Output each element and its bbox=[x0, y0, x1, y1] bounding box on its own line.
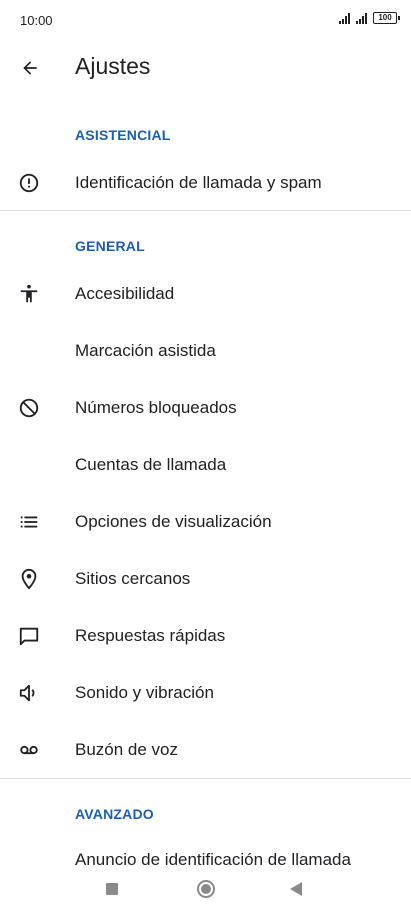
nav-back-icon[interactable] bbox=[290, 882, 302, 896]
setting-accessibility[interactable]: Accesibilidad bbox=[0, 265, 411, 322]
setting-label: Accesibilidad bbox=[75, 283, 175, 303]
setting-blocked-numbers[interactable]: Números bloqueados bbox=[0, 379, 411, 436]
setting-label: Buzón de voz bbox=[75, 739, 179, 759]
chat-bubble-icon bbox=[17, 624, 41, 648]
accessibility-icon bbox=[17, 282, 41, 306]
location-pin-icon bbox=[17, 567, 41, 591]
status-bar: 10:00 100 bbox=[0, 0, 411, 40]
setting-label: Opciones de visualización bbox=[75, 511, 272, 531]
setting-label: Sonido y vibración bbox=[75, 682, 214, 702]
setting-label: Identificación de llamada y spam bbox=[75, 172, 322, 192]
battery-icon: 100 bbox=[373, 12, 400, 24]
back-button[interactable] bbox=[14, 52, 46, 84]
setting-label: Cuentas de llamada bbox=[75, 454, 227, 474]
section-header-asistencial: ASISTENCIAL bbox=[75, 127, 171, 143]
home-icon[interactable] bbox=[197, 880, 215, 898]
block-icon bbox=[17, 396, 41, 420]
page-title: Ajustes bbox=[75, 53, 151, 79]
status-time: 10:00 bbox=[20, 13, 53, 28]
system-navigation-bar bbox=[0, 866, 411, 914]
setting-caller-id-spam[interactable]: Identificación de llamada y spam bbox=[0, 154, 411, 211]
signal-icon bbox=[356, 12, 367, 24]
setting-sound-vibration[interactable]: Sonido y vibración bbox=[0, 664, 411, 721]
divider bbox=[0, 210, 411, 211]
setting-voicemail[interactable]: Buzón de voz bbox=[0, 721, 411, 778]
status-icons: 100 bbox=[339, 12, 400, 24]
setting-quick-responses[interactable]: Respuestas rápidas bbox=[0, 607, 411, 664]
voicemail-icon bbox=[17, 738, 41, 762]
alert-circle-icon bbox=[17, 171, 41, 195]
setting-label: Marcación asistida bbox=[75, 340, 216, 360]
section-header-general: GENERAL bbox=[75, 238, 145, 254]
list-icon bbox=[17, 510, 41, 534]
signal-icon bbox=[339, 12, 350, 24]
section-header-avanzado: AVANZADO bbox=[75, 806, 154, 822]
arrow-back-icon bbox=[23, 61, 37, 75]
setting-label: Números bloqueados bbox=[75, 397, 237, 417]
recents-icon[interactable] bbox=[106, 883, 118, 895]
app-bar: Ajustes bbox=[0, 40, 411, 96]
divider bbox=[0, 778, 411, 779]
setting-label: Sitios cercanos bbox=[75, 568, 191, 588]
setting-nearby-places[interactable]: Sitios cercanos bbox=[0, 550, 411, 607]
setting-assisted-dialing[interactable]: Marcación asistida bbox=[0, 322, 411, 379]
setting-calling-accounts[interactable]: Cuentas de llamada bbox=[0, 436, 411, 493]
setting-label: Respuestas rápidas bbox=[75, 625, 226, 645]
volume-icon bbox=[17, 681, 41, 705]
setting-display-options[interactable]: Opciones de visualización bbox=[0, 493, 411, 550]
